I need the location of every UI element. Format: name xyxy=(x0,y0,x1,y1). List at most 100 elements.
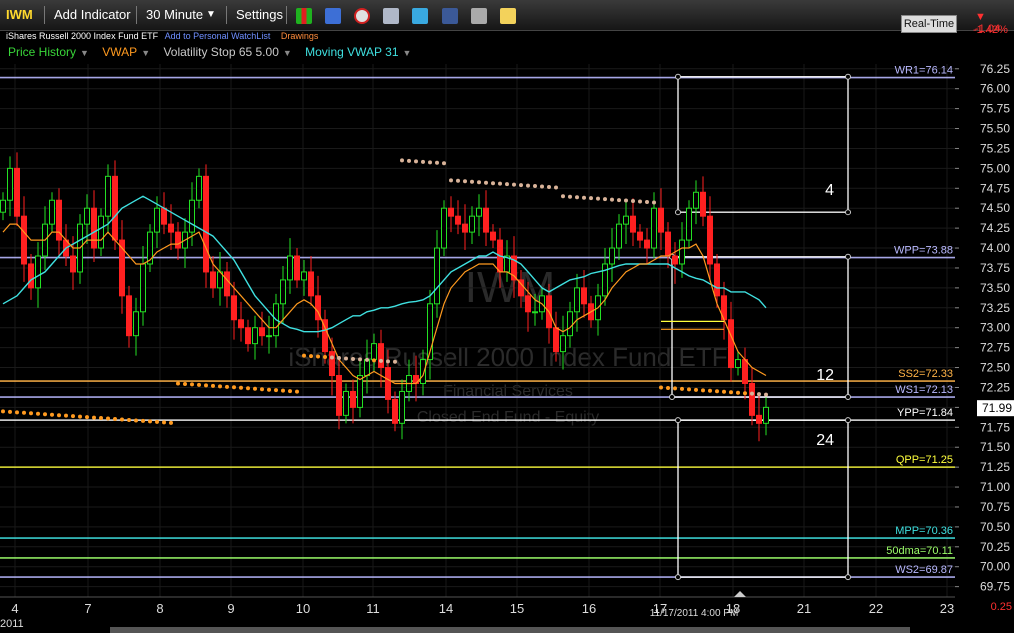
y-tick-label: 71.00 xyxy=(980,480,1010,494)
vstop-dot xyxy=(113,417,117,422)
box-handle xyxy=(845,394,851,401)
box-handle xyxy=(675,73,681,80)
vstop-dot xyxy=(463,179,467,184)
candle-body xyxy=(364,359,370,377)
y-tick-label: 76.00 xyxy=(980,82,1010,96)
vstop-dot xyxy=(624,198,628,203)
y-axis: 76.25 76.00 75.75 75.50 75.25 75.00 74.75 74.50… xyxy=(955,62,1014,613)
y-tick-label: 73.25 xyxy=(980,301,1010,315)
x-tick-label: 7 xyxy=(84,601,91,616)
candle-body xyxy=(651,207,657,249)
pivot-label: WS1=72.13 xyxy=(895,384,953,396)
vstop-dot xyxy=(337,355,341,360)
candle-body xyxy=(224,271,230,297)
box-handle xyxy=(669,394,675,401)
vstop-dot xyxy=(211,383,215,388)
candle-body xyxy=(686,207,692,241)
candle-body xyxy=(693,191,699,209)
vstop-dot xyxy=(232,385,236,390)
candle-body xyxy=(434,247,440,305)
candle-body xyxy=(392,398,398,424)
vstop-dot xyxy=(512,182,516,187)
vstop-dot xyxy=(36,411,40,416)
candle-body xyxy=(112,175,118,241)
vstop-dot xyxy=(134,418,138,423)
vstop-dot xyxy=(386,359,390,364)
vstop-dot xyxy=(750,391,754,396)
vstop-dot xyxy=(659,385,663,390)
horizontal-scrollbar[interactable] xyxy=(110,627,910,633)
candle-body xyxy=(0,199,6,213)
box-handle xyxy=(845,417,851,424)
vstop-dot xyxy=(22,410,26,415)
vstop-dot xyxy=(1,409,5,414)
candle-body xyxy=(455,215,461,225)
candle-body xyxy=(399,390,405,424)
vstop-dot xyxy=(253,386,257,391)
candle-body xyxy=(672,255,678,265)
candle-body xyxy=(343,390,349,416)
cursor-time-label: 11/17/2011 4:00 PM xyxy=(650,608,739,619)
vstop-dot xyxy=(673,386,677,391)
pivot-label: WS2=69.87 xyxy=(895,564,953,576)
price-chart[interactable]: IWM iShares Russell 2000 Index Fund ETF … xyxy=(0,0,1014,633)
vstop-dot xyxy=(323,355,327,360)
vstop-dot xyxy=(582,195,586,200)
vstop-dot xyxy=(526,183,530,188)
vstop-dot xyxy=(470,179,474,184)
candle-body xyxy=(126,295,132,337)
candle-body xyxy=(49,199,55,225)
vstop-dot xyxy=(267,387,271,392)
vstop-dot xyxy=(372,358,376,363)
pivot-label: WR1=76.14 xyxy=(895,65,953,77)
last-price-label: 71.99 xyxy=(982,401,1012,415)
vstop-dot xyxy=(547,185,551,190)
vstop-dot xyxy=(610,197,614,202)
pivot-label: SS2=72.33 xyxy=(898,368,953,380)
candle-body xyxy=(700,191,706,217)
candle-body xyxy=(665,231,671,257)
vstop-dot xyxy=(169,420,173,425)
vstop-dot xyxy=(344,356,348,361)
candle-body xyxy=(763,406,769,424)
vstop-dot xyxy=(729,390,733,395)
candle-body xyxy=(245,327,251,345)
candle-body xyxy=(476,207,482,217)
candle-body xyxy=(35,255,41,289)
vstop-dot xyxy=(736,390,740,395)
candle-body xyxy=(154,207,160,233)
candle-body xyxy=(378,343,384,369)
candle-body xyxy=(168,223,174,233)
vstop-dot xyxy=(631,199,635,204)
projection-boxes[interactable]: 4 12 24 xyxy=(669,73,851,581)
vstop-dot xyxy=(477,180,481,185)
candle-body xyxy=(658,207,664,233)
candle-body xyxy=(581,287,587,305)
vstop-dot xyxy=(617,198,621,203)
candle-body xyxy=(469,215,475,233)
box-label: 4 xyxy=(825,182,834,199)
candle-body xyxy=(287,255,293,281)
x-year-label: 2011 xyxy=(0,618,24,630)
x-tick-label: 15 xyxy=(510,601,524,616)
y-tick-label: 75.25 xyxy=(980,141,1010,155)
vstop-dot xyxy=(330,355,334,360)
vstop-dot xyxy=(400,158,404,163)
vstop-dot xyxy=(484,180,488,185)
candle-body xyxy=(560,335,566,353)
vstop-dot xyxy=(764,392,768,397)
y-tick-label: 72.75 xyxy=(980,341,1010,355)
vstop-dot xyxy=(29,411,33,416)
vstop-dot xyxy=(393,359,397,364)
candle-body xyxy=(175,231,181,249)
vstop-dot xyxy=(442,161,446,166)
y-tick-label: 70.75 xyxy=(980,500,1010,514)
vstop-dot xyxy=(176,381,180,386)
vstop-dot xyxy=(64,413,68,418)
vstop-dot xyxy=(603,197,607,202)
vstop-dot xyxy=(288,389,292,394)
y-tick-label: 71.75 xyxy=(980,420,1010,434)
vstop-dot xyxy=(218,384,222,389)
vstop-dot xyxy=(260,387,264,392)
x-tick-label: 10 xyxy=(296,601,310,616)
